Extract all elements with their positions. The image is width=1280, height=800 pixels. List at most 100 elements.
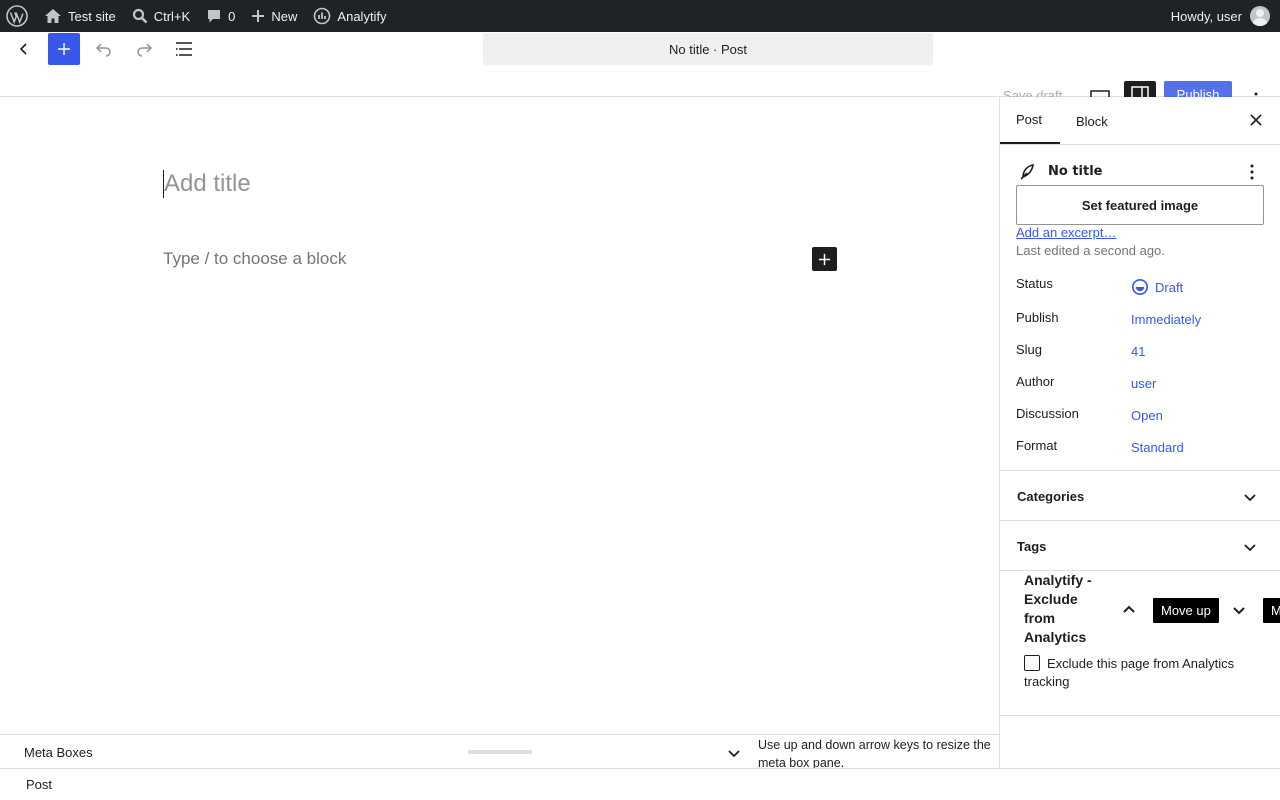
document-overview-button[interactable] [170,33,198,65]
categories-title: Categories [1017,489,1085,504]
move-down-tooltip: M [1262,597,1280,624]
sidebar-tabs: Post Block [1000,97,1280,145]
publish-value-button[interactable]: Immediately [1131,312,1201,327]
site-name-menu[interactable]: Test site [36,0,124,32]
status-row: Status Draft [1016,276,1266,296]
author-value-button[interactable]: user [1131,376,1156,391]
draft-status-icon [1132,279,1148,295]
post-card-title: No title [1048,164,1103,179]
publish-row: Publish Immediately [1016,310,1266,330]
tags-title: Tags [1017,539,1047,554]
set-featured-image-button[interactable]: Set featured image [1016,185,1264,225]
discussion-label: Discussion [1016,406,1079,421]
plus-icon [252,10,265,22]
move-up-button[interactable] [1120,601,1138,622]
slug-label: Slug [1016,342,1043,357]
chevron-down-icon [1242,489,1258,508]
document-title: No title · Post [668,41,748,57]
meta-boxes-label: Meta Boxes [24,745,93,760]
site-name: Test site [68,8,116,24]
add-excerpt-link[interactable]: Add an excerpt… [1016,225,1116,240]
last-edited-text: Last edited a second ago. [1016,243,1165,258]
author-row: Author user [1016,374,1266,394]
comments-menu[interactable]: 0 [198,0,243,32]
publish-label: Publish [1016,310,1059,325]
search-shortcut: Ctrl+K [153,8,191,24]
analytify-label: Analytify [337,8,387,24]
chevron-down-icon [1233,607,1245,615]
command-palette-button[interactable]: Ctrl+K [124,0,198,32]
move-up-tooltip: Move up [1152,597,1220,624]
redo-button[interactable] [130,33,158,65]
account-menu[interactable]: Howdy, user [1171,6,1280,26]
home-icon [45,9,61,23]
resize-hint: Use up and down arrow keys to resize the… [758,738,991,770]
block-breadcrumb[interactable]: Post [26,777,52,792]
chevron-up-icon [1123,605,1135,613]
new-content-menu[interactable]: New [243,0,305,32]
editor-header: No title · Post Save draft Publish [0,32,1280,97]
options-menu-button[interactable] [1248,89,1264,97]
status-value: Draft [1155,279,1184,295]
slug-value-button[interactable]: 41 [1131,344,1145,359]
discussion-value-button[interactable]: Open [1131,408,1163,423]
discussion-row: Discussion Open [1016,406,1266,426]
format-value-button[interactable]: Standard [1131,440,1184,455]
save-draft-button[interactable]: Save draft [1003,89,1062,97]
more-vertical-icon [1250,164,1254,180]
plus-icon [818,253,831,265]
chevron-down-icon [1242,539,1258,558]
comment-icon [208,10,221,23]
wordpress-icon [6,5,28,27]
chevron-down-icon [728,750,740,758]
desktop-icon [1090,90,1110,97]
post-title-input[interactable]: Add title [163,170,251,198]
list-view-icon [176,42,192,56]
author-label: Author [1016,374,1055,389]
sidebar-icon [1131,86,1149,97]
tab-post[interactable]: Post [1000,97,1060,144]
meta-box-resize-handle[interactable] [468,750,532,754]
analytify-menu[interactable]: Analytify [305,0,394,32]
new-label: New [271,8,298,24]
plus-icon [58,43,70,55]
format-row: Format Standard [1016,438,1266,458]
redo-icon [137,43,153,57]
exclude-analytics-label: Exclude this page from Analytics trackin… [1024,656,1235,689]
more-vertical-icon [1254,92,1258,96]
wordpress-logo-menu[interactable] [0,0,36,32]
block-inserter-button[interactable] [48,33,80,65]
status-value-button[interactable]: Draft [1131,278,1183,296]
tags-panel-toggle[interactable]: Tags [1000,521,1280,571]
add-block-button[interactable] [812,247,837,271]
avatar [1250,6,1270,26]
analytify-box-title: Analytify - Exclude from Analytics [1024,572,1092,645]
greeting: Howdy, user [1170,8,1242,24]
categories-panel-toggle[interactable]: Categories [1000,471,1280,521]
chevron-left-icon [19,43,27,55]
exclude-analytics-option[interactable]: Exclude this page from Analytics trackin… [1024,655,1264,691]
close-settings-button[interactable] [1248,112,1264,131]
settings-sidebar: Post Block No title Set featured image A… [999,97,1280,768]
analytify-icon [314,7,331,25]
status-label: Status [1016,276,1053,291]
document-title-bar[interactable]: No title · Post [483,33,933,65]
slug-row: Slug 41 [1016,342,1266,362]
undo-button[interactable] [90,33,118,65]
preview-button[interactable] [1088,89,1112,97]
tab-block[interactable]: Block [1060,97,1124,145]
default-block-appender[interactable]: Type / to choose a block [163,249,346,269]
comments-count: 0 [228,8,236,24]
meta-boxes-toggle[interactable] [726,745,742,764]
exclude-analytics-checkbox[interactable] [1024,655,1040,671]
post-actions-button[interactable] [1244,163,1260,184]
back-button[interactable] [10,33,38,65]
publish-button[interactable]: Publish [1164,81,1232,97]
move-down-button[interactable] [1230,601,1248,622]
admin-bar: Test site Ctrl+K 0 New Analytify Howdy, … [0,0,1280,32]
editor-footer: Post [0,768,1280,800]
settings-toggle-button[interactable] [1124,81,1156,97]
analytify-meta-box: Analytify - Exclude from Analytics Move … [1000,571,1280,716]
post-summary-panel: No title Set featured image Add an excer… [1000,145,1280,471]
editor-canvas: Add title Type / to choose a block [0,97,999,734]
